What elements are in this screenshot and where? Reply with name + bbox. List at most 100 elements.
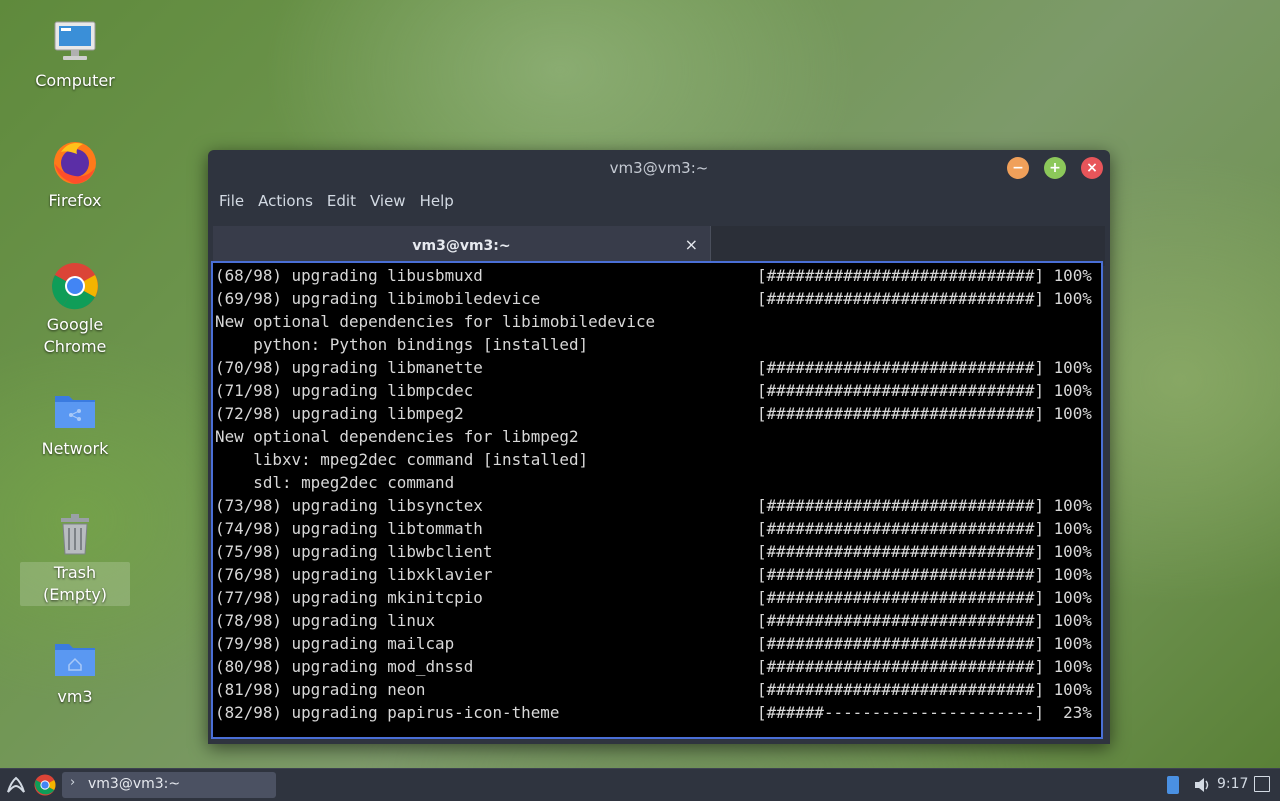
terminal-line-text: (76/98) upgrading libxklavier <box>215 565 493 584</box>
computer-icon <box>51 18 99 66</box>
terminal-line-text: (71/98) upgrading libmpcdec <box>215 381 474 400</box>
minimize-button[interactable]: − <box>1007 157 1029 179</box>
terminal-line-text: (74/98) upgrading libtommath <box>215 519 483 538</box>
chrome-launcher-icon[interactable] <box>34 774 56 796</box>
terminal-line: (82/98) upgrading papirus-icon-theme [###… <box>215 701 1101 724</box>
desktop-icon-label: Trash (Empty) <box>20 562 130 606</box>
terminal-line: libxv: mpeg2dec command [installed] <box>215 448 1101 471</box>
terminal-line: New optional dependencies for libimobile… <box>215 310 1101 333</box>
chrome-icon <box>51 262 99 310</box>
tab-close-icon[interactable]: × <box>685 235 698 254</box>
menu-actions[interactable]: Actions <box>251 192 320 210</box>
menu-help[interactable]: Help <box>413 192 461 210</box>
terminal-line-text: (68/98) upgrading libusbmuxd <box>215 266 483 285</box>
maximize-icon: + <box>1049 160 1061 176</box>
desktop-icon-label: Computer <box>35 71 115 90</box>
progress-bar-text: [############################] 100% <box>757 611 1092 630</box>
minimize-icon: − <box>1012 160 1024 176</box>
progress-bar-text: [############################] 100% <box>757 404 1092 423</box>
desktop-icon-label: vm3 <box>57 687 93 706</box>
terminal-line-text: libxv: mpeg2dec command [installed] <box>215 450 589 469</box>
close-icon: × <box>1086 160 1098 176</box>
terminal-line-text: (82/98) upgrading papirus-icon-theme <box>215 703 560 722</box>
terminal-line-text: (77/98) upgrading mkinitcpio <box>215 588 483 607</box>
menu-view[interactable]: View <box>363 192 413 210</box>
terminal-line-text: sdl: mpeg2dec command <box>215 473 455 492</box>
terminal-line: sdl: mpeg2dec command <box>215 471 1101 494</box>
progress-bar-text: [############################] 100% <box>757 542 1092 561</box>
terminal-line: New optional dependencies for libmpeg2 <box>215 425 1101 448</box>
network-folder-icon <box>51 386 99 434</box>
terminal-line: (79/98) upgrading mailcap [##############… <box>215 632 1101 655</box>
terminal-line-text: New optional dependencies for libimobile… <box>215 312 656 331</box>
terminal-icon: › <box>70 775 76 790</box>
progress-bar-text: [############################] 100% <box>757 289 1092 308</box>
firefox-icon <box>51 138 99 186</box>
progress-bar-text: [############################] 100% <box>757 657 1092 676</box>
terminal-line-text: (72/98) upgrading libmpeg2 <box>215 404 464 423</box>
terminal-line: (71/98) upgrading libmpcdec [############… <box>215 379 1101 402</box>
terminal-line-text: (80/98) upgrading mod_dnssd <box>215 657 474 676</box>
progress-bar-text: [############################] 100% <box>757 588 1092 607</box>
tab-bar: vm3@vm3:~ × <box>213 226 1105 266</box>
maximize-button[interactable]: + <box>1044 157 1066 179</box>
menu-edit[interactable]: Edit <box>320 192 363 210</box>
terminal-line: (77/98) upgrading mkinitcpio [###########… <box>215 586 1101 609</box>
desktop-icon-label: Firefox <box>48 191 102 210</box>
progress-bar-text: [############################] 100% <box>757 266 1092 285</box>
desktop-icon-network[interactable]: Network <box>20 386 130 460</box>
show-desktop-icon[interactable] <box>1254 776 1270 792</box>
desktop-icon-computer[interactable]: Computer <box>20 18 130 92</box>
terminal-line-text: python: Python bindings [installed] <box>215 335 589 354</box>
terminal-line: python: Python bindings [installed] <box>215 333 1101 356</box>
terminal-line: (73/98) upgrading libsynctex [###########… <box>215 494 1101 517</box>
desktop-icon-label: Network <box>41 439 109 458</box>
progress-bar-text: [############################] 100% <box>757 358 1092 377</box>
taskbar-terminal-button[interactable]: › vm3@vm3:~ <box>62 772 276 798</box>
taskbar-task-label: vm3@vm3:~ <box>88 776 181 792</box>
terminal-line-text: (73/98) upgrading libsynctex <box>215 496 483 515</box>
clock[interactable]: 9:17 <box>1217 776 1248 792</box>
terminal-line: (74/98) upgrading libtommath [###########… <box>215 517 1101 540</box>
desktop-icon-google-chrome[interactable]: Google Chrome <box>20 262 130 358</box>
terminal-output[interactable]: (68/98) upgrading libusbmuxd [###########… <box>211 261 1103 739</box>
desktop-icon-label: Google Chrome <box>43 315 107 356</box>
tab-label: vm3@vm3:~ <box>412 238 511 254</box>
desktop-icon-vm3[interactable]: vm3 <box>20 634 130 708</box>
terminal-line: (80/98) upgrading mod_dnssd [############… <box>215 655 1101 678</box>
terminal-line-text: (69/98) upgrading libimobiledevice <box>215 289 541 308</box>
progress-bar-text: [############################] 100% <box>757 634 1092 653</box>
app-menu-icon[interactable] <box>5 774 27 796</box>
progress-bar-text: [############################] 100% <box>757 565 1092 584</box>
progress-bar-text: [######----------------------] 23% <box>757 703 1092 722</box>
menu-file[interactable]: File <box>212 192 251 210</box>
terminal-line-text: (79/98) upgrading mailcap <box>215 634 455 653</box>
window-title: vm3@vm3:~ <box>609 159 709 177</box>
terminal-line: (81/98) upgrading neon [#################… <box>215 678 1101 701</box>
terminal-line-text: (81/98) upgrading neon <box>215 680 426 699</box>
tab-terminal[interactable]: vm3@vm3:~ × <box>213 226 711 266</box>
terminal-line: (69/98) upgrading libimobiledevice [#####… <box>215 287 1101 310</box>
terminal-line-text: New optional dependencies for libmpeg2 <box>215 427 579 446</box>
terminal-line: (72/98) upgrading libmpeg2 [#############… <box>215 402 1101 425</box>
terminal-line: (68/98) upgrading libusbmuxd [###########… <box>215 264 1101 287</box>
window-titlebar[interactable]: vm3@vm3:~ − + × <box>208 150 1110 186</box>
home-folder-icon <box>51 634 99 682</box>
terminal-line-text: (75/98) upgrading libwbclient <box>215 542 493 561</box>
terminal-line: (76/98) upgrading libxklavier [##########… <box>215 563 1101 586</box>
terminal-line: (75/98) upgrading libwbclient [##########… <box>215 540 1101 563</box>
volume-icon[interactable] <box>1192 775 1212 795</box>
close-button[interactable]: × <box>1081 157 1103 179</box>
usb-icon[interactable] <box>1167 776 1179 794</box>
progress-bar-text: [############################] 100% <box>757 519 1092 538</box>
terminal-window[interactable]: vm3@vm3:~ − + × File Actions Edit View H… <box>208 150 1110 744</box>
terminal-line-text: (70/98) upgrading libmanette <box>215 358 483 377</box>
trash-icon <box>51 510 99 558</box>
desktop-icon-firefox[interactable]: Firefox <box>20 138 130 212</box>
progress-bar-text: [############################] 100% <box>757 381 1092 400</box>
terminal-line-text: (78/98) upgrading linux <box>215 611 436 630</box>
menu-bar: File Actions Edit View Help <box>208 186 1110 216</box>
taskbar: › vm3@vm3:~ 9:17 <box>0 768 1280 801</box>
terminal-line: (78/98) upgrading linux [################… <box>215 609 1101 632</box>
desktop-icon-trash[interactable]: Trash (Empty) <box>20 510 130 606</box>
